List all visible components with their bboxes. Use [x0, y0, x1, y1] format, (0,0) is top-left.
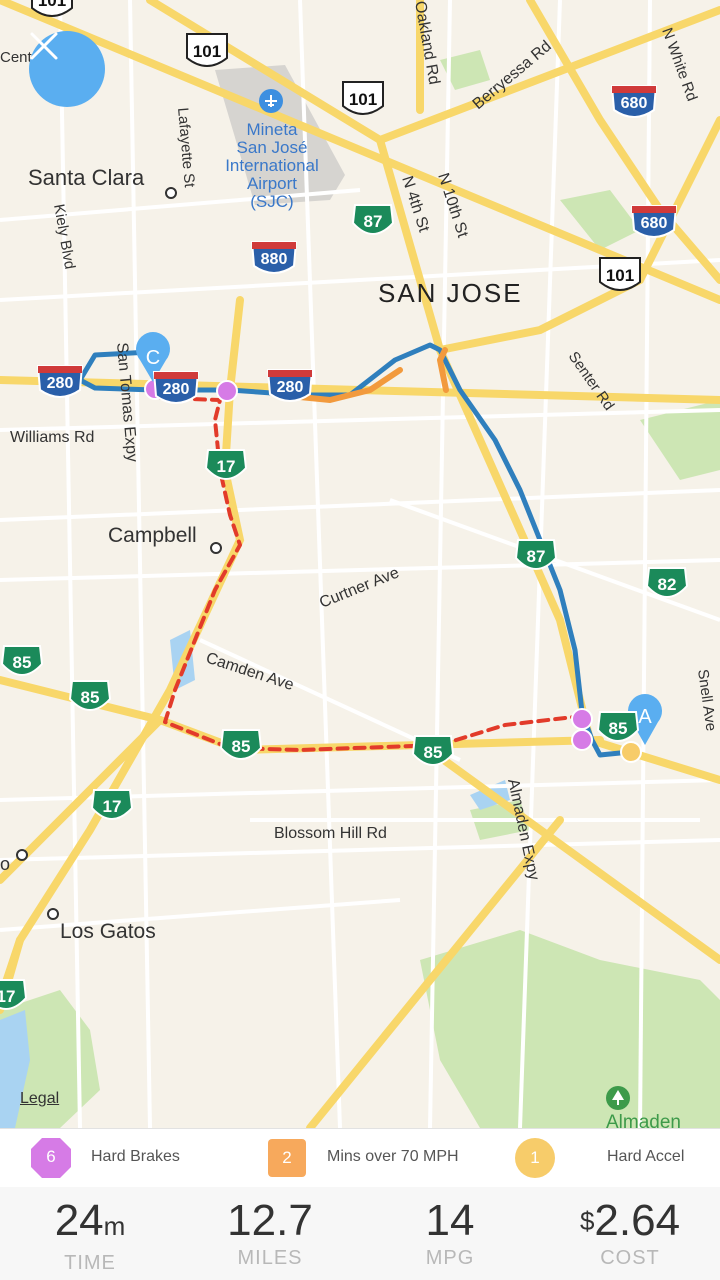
- hard-accel-stat[interactable]: 1 Hard Accel: [515, 1129, 715, 1187]
- cost-value-row: $2.64: [540, 1197, 720, 1245]
- time-value: 24: [54, 1196, 104, 1245]
- miles-value: 12.7: [227, 1196, 313, 1245]
- mpg-value: 14: [425, 1196, 475, 1245]
- time-value-row: 24m: [0, 1197, 180, 1250]
- miles-caption: MILES: [237, 1247, 303, 1269]
- state-shield: 82: [645, 567, 689, 598]
- shield-label: 85: [232, 737, 251, 756]
- map[interactable]: A C 280 280 280 880 680 680 101 101 101 …: [0, 0, 720, 1128]
- close-icon: [30, 32, 58, 60]
- hard-brake-marker[interactable]: [571, 729, 593, 751]
- hard-brake-marker[interactable]: [216, 380, 238, 402]
- us-route-shield: 101: [342, 81, 384, 115]
- shield-label: 280: [277, 379, 304, 396]
- shield-label: 280: [163, 381, 190, 398]
- speeding-label: Mins over 70 MPH: [327, 1148, 459, 1165]
- label-almaden-park: Almaden: [606, 1112, 681, 1128]
- hard-brake-marker[interactable]: [571, 708, 593, 730]
- mpg-metric: 14 MPG: [360, 1187, 540, 1270]
- interstate-shield: 680: [610, 85, 658, 118]
- shield-label: 101: [606, 266, 634, 285]
- hard-brakes-label: Hard Brakes: [91, 1148, 180, 1165]
- speeding-count: 2: [282, 1148, 292, 1167]
- label-campbell: Campbell: [108, 524, 197, 547]
- miles-metric: 12.7 MILES: [180, 1187, 360, 1270]
- park-icon: [606, 1086, 630, 1110]
- shield-label: 101: [38, 0, 66, 10]
- shield-label: 87: [527, 547, 546, 566]
- shield-label: 280: [47, 375, 74, 392]
- time-unit: m: [103, 1211, 126, 1241]
- shield-label: 17: [103, 797, 122, 816]
- airport-line: (SJC): [250, 192, 293, 211]
- shield-label: 680: [621, 95, 648, 112]
- state-shield: 85: [0, 645, 44, 676]
- interstate-shield: 280: [152, 371, 200, 404]
- start-pin-label: A: [638, 706, 652, 728]
- airport-line: Mineta: [246, 120, 298, 139]
- close-button[interactable]: [29, 31, 105, 107]
- us-route-shield: 101: [599, 257, 641, 291]
- interstate-shield: 880: [250, 241, 298, 274]
- hard-accel-label: Hard Accel: [607, 1148, 685, 1165]
- cost-metric: $2.64 COST: [540, 1187, 720, 1270]
- hard-accel-marker[interactable]: [620, 741, 642, 763]
- cost-value: 2.64: [594, 1196, 681, 1245]
- hard-brakes-count: 6: [46, 1147, 56, 1166]
- state-shield: 85: [596, 711, 640, 742]
- interstate-shield: 680: [630, 205, 678, 238]
- state-shield: 87: [351, 204, 395, 235]
- shield-label: 17: [0, 987, 15, 1006]
- legal-link[interactable]: Legal: [20, 1090, 59, 1108]
- shield-label: 85: [13, 653, 32, 672]
- hard-brakes-stat[interactable]: 6 Hard Brakes: [26, 1129, 246, 1187]
- shield-label: 101: [193, 42, 221, 61]
- speeding-stat[interactable]: 2 Mins over 70 MPH: [268, 1129, 498, 1187]
- end-pin-label: C: [146, 347, 160, 369]
- hard-accel-count: 1: [530, 1148, 540, 1167]
- cost-currency: $: [579, 1206, 595, 1236]
- airport-icon: [259, 89, 283, 113]
- shield-label: 680: [641, 215, 668, 232]
- airport-line: International: [225, 156, 319, 175]
- airport-line: San José: [237, 138, 308, 157]
- label-santa-clara: Santa Clara: [28, 165, 145, 190]
- shield-label: 87: [364, 212, 383, 231]
- shield-label: 82: [658, 575, 677, 594]
- state-shield: 17: [204, 449, 248, 480]
- us-route-shield: 101: [186, 33, 228, 67]
- label-williams-rd: Williams Rd: [10, 429, 94, 446]
- time-metric: 24m TIME: [0, 1187, 180, 1275]
- label-san-jose: SAN JOSE: [378, 278, 523, 308]
- shield-label: 17: [217, 457, 236, 476]
- driving-events-bar: 6 Hard Brakes 2 Mins over 70 MPH 1 Hard …: [0, 1128, 720, 1188]
- label-los-gatos: Los Gatos: [60, 920, 156, 943]
- state-shield: 17: [90, 789, 134, 820]
- time-caption: TIME: [64, 1252, 116, 1274]
- shield-label: 85: [81, 688, 100, 707]
- interstate-shield: 280: [266, 369, 314, 402]
- label-blossom-hill-rd: Blossom Hill Rd: [274, 825, 387, 842]
- trip-summary: 24m TIME 12.7 MILES 14 MPG $2.64 COST: [0, 1187, 720, 1280]
- map-canvas[interactable]: A C 280 280 280 880 680 680 101 101 101 …: [0, 0, 720, 1128]
- state-shield: 85: [411, 735, 455, 766]
- shield-label: 85: [424, 743, 443, 762]
- mpg-caption: MPG: [425, 1247, 475, 1269]
- state-shield: 85: [68, 680, 112, 711]
- cost-caption: COST: [600, 1247, 660, 1269]
- airport-line: Airport: [247, 174, 297, 193]
- shield-label: 101: [349, 90, 377, 109]
- shield-label: 85: [609, 719, 628, 738]
- state-shield: 85: [219, 729, 263, 760]
- state-shield: 87: [514, 539, 558, 570]
- label-edge-o: o: [0, 854, 10, 874]
- interstate-shield: 280: [36, 365, 84, 398]
- shield-label: 880: [261, 251, 288, 268]
